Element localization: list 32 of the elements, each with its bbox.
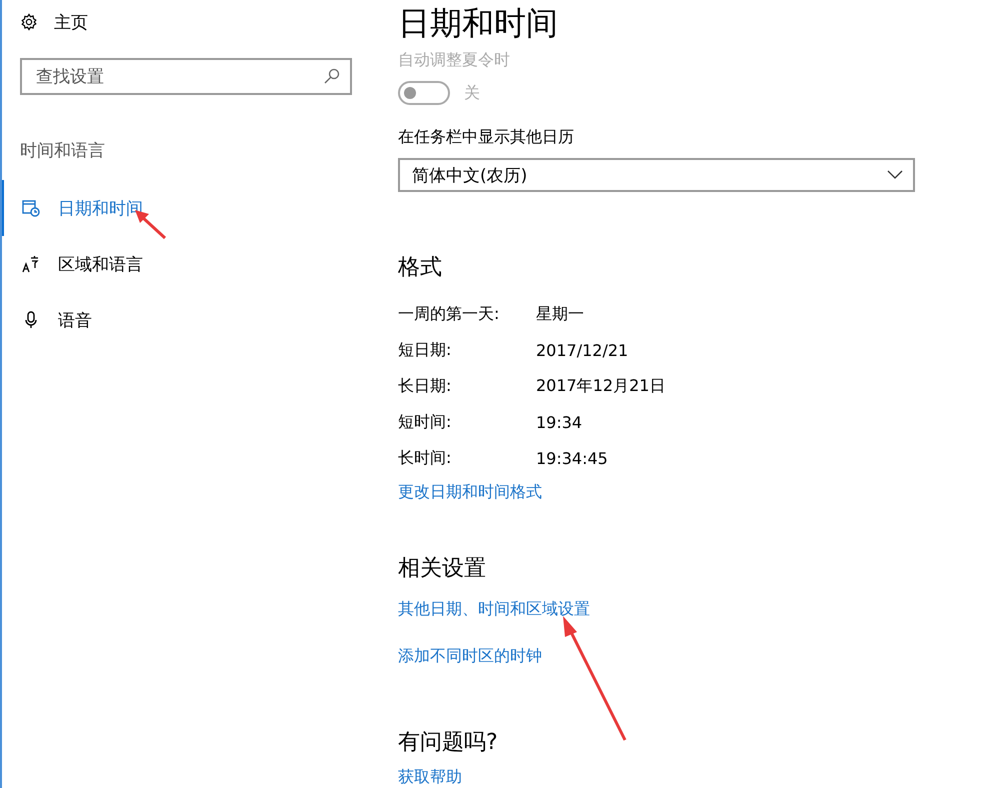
- format-value: 星期一: [536, 304, 584, 324]
- help-link[interactable]: 获取帮助: [398, 767, 462, 788]
- format-heading: 格式: [398, 254, 443, 282]
- nav-item[interactable]: 语音: [2, 292, 372, 348]
- format-label: 长日期:: [398, 376, 452, 396]
- section-heading: 时间和语言: [20, 140, 106, 162]
- help-heading: 有问题吗?: [398, 729, 499, 757]
- format-value: 2017年12月21日: [536, 376, 666, 396]
- calendar-clock-icon: [22, 199, 40, 217]
- format-label: 一周的第一天:: [398, 304, 500, 324]
- settings-icon[interactable]: [20, 13, 38, 31]
- calendar-label: 在任务栏中显示其他日历: [398, 127, 575, 148]
- format-value: 2017/12/21: [536, 340, 628, 360]
- nav-item[interactable]: 区域和语言: [2, 236, 372, 292]
- page-title: 日期和时间: [398, 3, 559, 44]
- format-link[interactable]: 更改日期和时间格式: [398, 482, 542, 503]
- related-link[interactable]: 添加不同时区的时钟: [398, 646, 542, 667]
- search-icon: [324, 68, 340, 84]
- format-value: 19:34: [536, 412, 582, 432]
- calendar-dropdown[interactable]: 简体中文(农历): [398, 158, 915, 192]
- related-link[interactable]: 其他日期、时间和区域设置: [398, 599, 590, 620]
- chevron-down-icon: [887, 170, 903, 180]
- format-value: 19:34:45: [536, 448, 608, 468]
- format-label: 短日期:: [398, 340, 452, 360]
- format-label: 长时间:: [398, 448, 452, 468]
- home-link[interactable]: 主页: [54, 10, 88, 34]
- dst-label: 自动调整夏令时: [398, 50, 511, 71]
- language-icon: [22, 255, 40, 273]
- related-heading: 相关设置: [398, 555, 487, 583]
- toggle-state: 关: [464, 82, 480, 104]
- format-label: 短时间:: [398, 412, 452, 432]
- search-field[interactable]: 查找设置: [20, 58, 352, 95]
